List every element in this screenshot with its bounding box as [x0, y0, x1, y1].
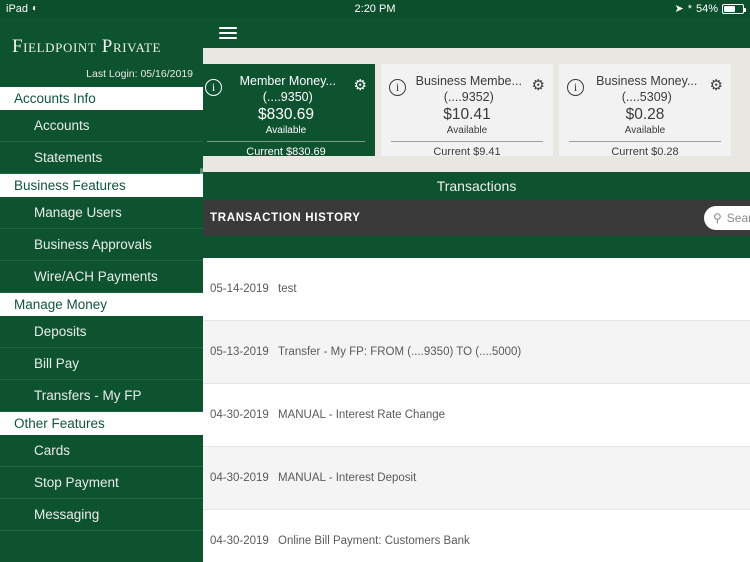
ipad-screen: iPad ◐ 2:20 PM ➤ * 54% Fieldpoint Privat… — [0, 0, 750, 562]
table-row[interactable]: 04-30-2019 MANUAL - Interest Deposit — [203, 447, 750, 510]
card-divider — [569, 141, 721, 142]
hamburger-menu-icon[interactable] — [219, 24, 237, 42]
account-card-business-member[interactable]: i Business Membe... (....9352) ⚙ $10.41 … — [381, 64, 553, 158]
account-available-amount: $0.28 — [625, 106, 665, 123]
account-card-header: i Business Money... (....5309) ⚙ — [559, 73, 731, 105]
sidebar-item-business-approvals[interactable]: Business Approvals — [0, 229, 203, 261]
transaction-description: MANUAL - Interest Deposit — [278, 472, 417, 484]
account-cards-strip[interactable]: i Member Money... (....9350) ⚙ $830.69 A… — [203, 48, 750, 172]
account-name: Business Money... — [596, 74, 698, 88]
info-icon[interactable]: i — [567, 79, 584, 96]
main-content: i Member Money... (....9350) ⚙ $830.69 A… — [203, 18, 750, 562]
sidebar-item-statements[interactable]: Statements — [0, 142, 203, 174]
search-input[interactable]: ⚲ Search — [704, 206, 750, 230]
account-card-titles: Business Membe... (....9352) — [406, 73, 532, 105]
transaction-description: MANUAL - Interest Rate Change — [278, 409, 446, 421]
sidebar-item-stop-payment[interactable]: Stop Payment — [0, 467, 203, 499]
transaction-date: 04-30-2019 — [210, 535, 269, 547]
transaction-history-bar: TRANSACTION HISTORY ⚲ Search — [203, 200, 750, 236]
sidebar-item-bill-pay[interactable]: Bill Pay — [0, 348, 203, 380]
table-row[interactable]: 05-13-2019 Transfer - My FP: FROM (....9… — [203, 321, 750, 384]
account-current-balance: Current $9.41 — [433, 146, 501, 158]
bluetooth-icon: * — [687, 3, 692, 15]
account-number: (....9352) — [443, 90, 494, 104]
search-icon: ⚲ — [713, 211, 722, 225]
transaction-date: 04-30-2019 — [210, 409, 269, 421]
sidebar[interactable]: Fieldpoint Private Last Login: 05/16/201… — [0, 18, 203, 562]
table-row[interactable]: 04-30-2019 Online Bill Payment: Customer… — [203, 510, 750, 562]
account-card-member-money[interactable]: i Member Money... (....9350) ⚙ $830.69 A… — [203, 64, 375, 158]
info-icon[interactable]: i — [205, 79, 222, 96]
transaction-date: 04-30-2019 — [210, 472, 269, 484]
transaction-history-label: TRANSACTION HISTORY — [210, 212, 361, 224]
battery-icon — [722, 4, 746, 14]
account-name: Member Money... — [239, 74, 336, 88]
account-available-label: Available — [624, 125, 666, 136]
battery-percent-label: 54% — [695, 3, 718, 15]
account-current-balance: Current $830.69 — [246, 146, 326, 158]
transaction-list[interactable]: 05-14-2019 test 05-13-2019 Transfer - My… — [203, 258, 750, 562]
gear-icon[interactable]: ⚙ — [354, 78, 367, 93]
sidebar-item-accounts[interactable]: Accounts — [0, 110, 203, 142]
status-bar-time: 2:20 PM — [354, 3, 396, 15]
sidebar-section-manage-money: Manage Money — [0, 293, 203, 316]
account-available-label: Available — [265, 125, 307, 136]
table-row[interactable]: 04-30-2019 MANUAL - Interest Rate Change — [203, 384, 750, 447]
account-card-header: i Business Membe... (....9352) ⚙ — [381, 73, 553, 105]
last-login-label: Last Login: 05/16/2019 — [86, 68, 193, 80]
account-number: (....5309) — [621, 90, 672, 104]
app-logo-text: Fieldpoint Private — [12, 36, 162, 57]
sidebar-item-messaging[interactable]: Messaging — [0, 499, 203, 531]
transaction-date: 05-13-2019 — [210, 346, 269, 358]
panel-spacer — [203, 236, 750, 258]
transaction-description: Transfer - My FP: FROM (....9350) TO (..… — [278, 346, 522, 358]
sidebar-item-deposits[interactable]: Deposits — [0, 316, 203, 348]
info-icon[interactable]: i — [389, 79, 406, 96]
sidebar-item-transfers-my-fp[interactable]: Transfers - My FP — [0, 380, 203, 412]
account-available-label: Available — [446, 125, 488, 136]
account-number: (....9350) — [262, 90, 313, 104]
account-current-balance: Current $0.28 — [611, 146, 679, 158]
status-bar: iPad ◐ 2:20 PM ➤ * 54% — [0, 0, 750, 18]
sidebar-section-other-features: Other Features — [0, 412, 203, 435]
card-divider — [391, 141, 543, 142]
sidebar-item-manage-users[interactable]: Manage Users — [0, 197, 203, 229]
account-card-titles: Business Money... (....5309) — [584, 73, 710, 105]
card-divider — [207, 141, 365, 142]
sidebar-section-business-features: Business Features — [0, 174, 203, 197]
location-arrow-icon: ➤ — [674, 3, 684, 15]
transaction-description: test — [278, 283, 297, 295]
search-placeholder: Search — [726, 211, 750, 225]
account-available-amount: $830.69 — [257, 106, 315, 123]
sidebar-section-accounts-info: Accounts Info — [0, 87, 203, 110]
gear-icon[interactable]: ⚙ — [532, 78, 545, 93]
transaction-date: 05-14-2019 — [210, 283, 269, 295]
sidebar-item-wire-ach-payments[interactable]: Wire/ACH Payments — [0, 261, 203, 293]
top-navigation-bar — [203, 18, 750, 48]
table-row[interactable]: 05-14-2019 test — [203, 258, 750, 321]
account-card-header: i Member Money... (....9350) ⚙ — [203, 73, 375, 105]
status-bar-right: ➤ * 54% — [674, 0, 746, 18]
transaction-description: Online Bill Payment: Customers Bank — [278, 535, 470, 547]
account-card-titles: Member Money... (....9350) — [222, 73, 354, 105]
gear-icon[interactable]: ⚙ — [710, 78, 723, 93]
sidebar-item-cards[interactable]: Cards — [0, 435, 203, 467]
account-available-amount: $10.41 — [443, 106, 491, 123]
page-title: Transactions — [203, 172, 750, 200]
account-name: Business Membe... — [415, 74, 522, 88]
account-card-business-money[interactable]: i Business Money... (....5309) ⚙ $0.28 A… — [559, 64, 731, 158]
